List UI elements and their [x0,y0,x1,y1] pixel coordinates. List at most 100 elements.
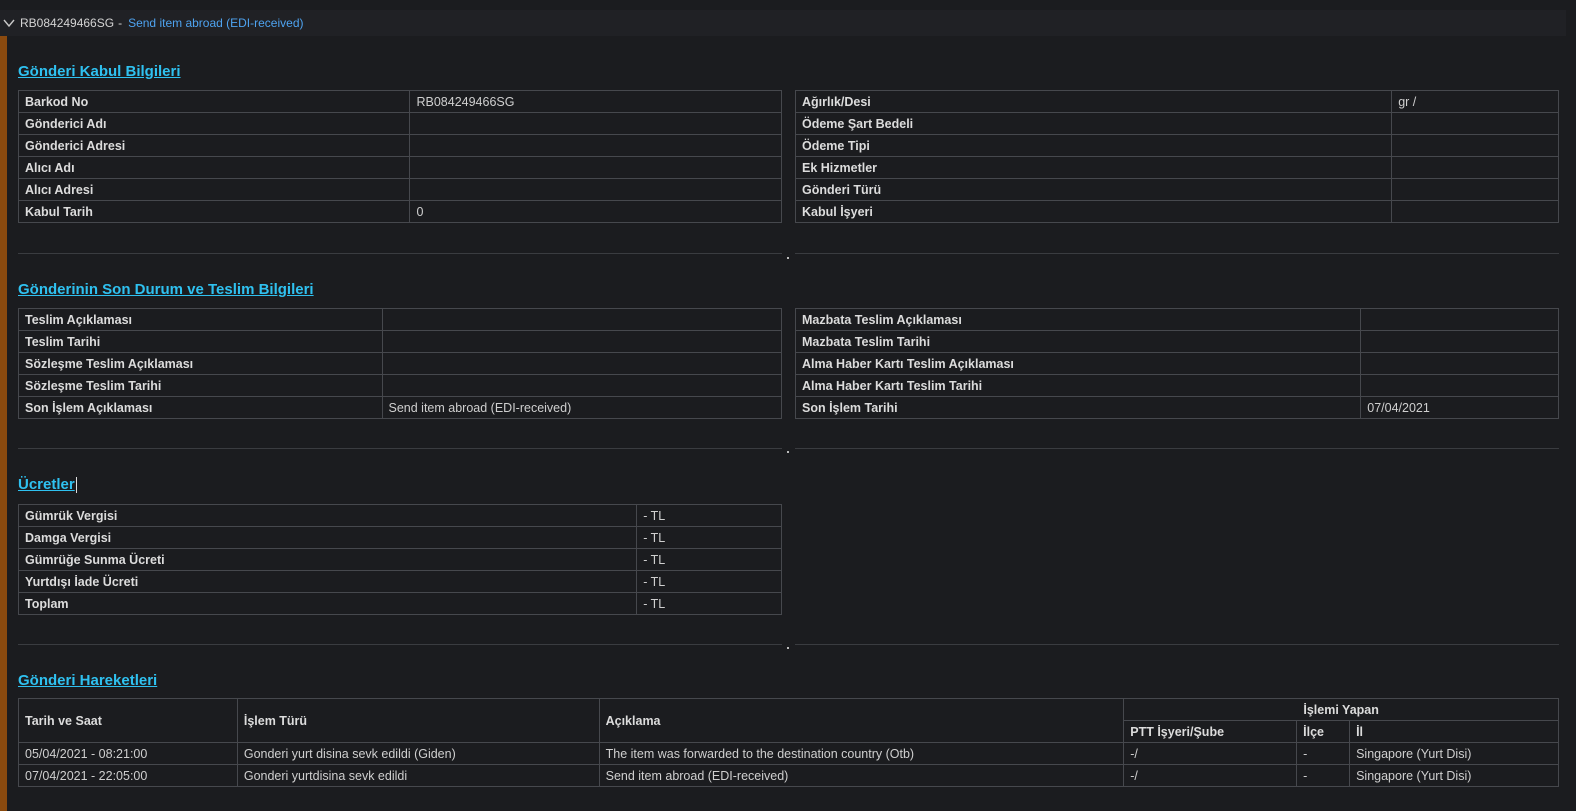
info-row: Son İşlem Tarihi 07/04/2021 [794,396,1559,419]
kabul-left-table: Barkod No RB084249466SG Gönderici Adı Gönde… [17,90,782,223]
field-label: Teslim Açıklaması [18,308,383,331]
field-label: Alıcı Adı [17,156,411,179]
field-label: Toplam [17,592,638,615]
divider [18,448,782,449]
field-value [1391,178,1559,201]
info-row: Gönderici Adresi [17,134,782,157]
field-label: Gümrüğe Sunma Ücreti [17,548,638,571]
field-label: Gümrük Vergisi [17,504,638,527]
field-label: Alıcı Adresi [17,178,411,201]
info-row: Damga Vergisi - TL [17,526,782,549]
field-value [1391,112,1559,135]
table-row: 05/04/2021 - 08:21:00 Gonderi yurt disina… [18,742,1559,765]
field-value: gr / [1391,90,1559,113]
info-row: Alma Haber Kartı Teslim Açıklaması [794,352,1559,375]
field-label: Sözleşme Teslim Açıklaması [18,352,383,375]
divider-dot [787,451,789,453]
field-value: Send item abroad (EDI-received) [381,396,783,419]
field-value [409,112,782,135]
cell-district: - [1296,742,1351,765]
field-label: Sözleşme Teslim Tarihi [18,374,383,397]
col-header-type: İşlem Türü [236,698,600,743]
field-value [1360,330,1559,353]
info-row: Alma Haber Kartı Teslim Tarihi [794,374,1559,397]
col-header-desc: Açıklama [598,698,1125,743]
info-row: Ek Hizmetler [794,156,1559,179]
cell-branch: -/ [1123,764,1298,787]
col-header-date: Tarih ve Saat [18,698,238,743]
info-row: Kabul İşyeri [794,200,1559,223]
accent-bar [0,36,7,811]
field-value [409,178,782,201]
field-label: Ağırlık/Desi [794,90,1393,113]
table-row: 07/04/2021 - 22:05:00 Gonderi yurtdisina … [18,764,1559,787]
field-value: - TL [636,548,782,571]
teslim-section-title: Gönderinin Son Durum ve Teslim Bilgileri [18,281,314,298]
field-value [409,156,782,179]
cell-desc: Send item abroad (EDI-received) [598,764,1125,787]
info-row: Sözleşme Teslim Açıklaması [18,352,783,375]
kabul-section-title: Gönderi Kabul Bilgileri [18,63,181,80]
info-row: Ödeme Şart Bedeli [794,112,1559,135]
shipment-header-bar[interactable]: RB084249466SG - Send item abroad (EDI-re… [0,10,1566,36]
divider [795,644,1559,645]
ucretler-table: Gümrük Vergisi - TL Damga Vergisi - TL Gümrü… [17,504,782,615]
field-label: Ödeme Tipi [794,134,1393,157]
field-label: Alma Haber Kartı Teslim Tarihi [794,374,1362,397]
field-label: Barkod No [17,90,411,113]
info-row: Alıcı Adresi [17,178,782,201]
field-value: 07/04/2021 [1360,396,1559,419]
info-row: Mazbata Teslim Açıklaması [794,308,1559,331]
info-row: Son İşlem Açıklaması Send item abroad (ED… [18,396,783,419]
field-label: Alma Haber Kartı Teslim Açıklaması [794,352,1362,375]
info-row: Teslim Açıklaması [18,308,783,331]
info-row: Gönderici Adı [17,112,782,135]
divider-dot [787,257,789,259]
field-value [1391,200,1559,223]
field-value [381,374,783,397]
divider [18,253,782,254]
field-value [381,352,783,375]
field-label: Kabul İşyeri [794,200,1393,223]
info-row: Gümrük Vergisi - TL [17,504,782,527]
col-header-district: İlçe [1296,720,1351,743]
field-value: - TL [636,570,782,593]
divider [795,448,1559,449]
field-value [1360,308,1559,331]
chevron-down-icon[interactable] [2,16,16,30]
field-value: - TL [636,592,782,615]
field-value: - TL [636,526,782,549]
field-label: Gönderici Adı [17,112,411,135]
ucretler-section-title: Ücretler [18,476,77,494]
field-label: Mazbata Teslim Tarihi [794,330,1362,353]
cell-desc: The item was forwarded to the destinatio… [598,742,1125,765]
info-row: Ödeme Tipi [794,134,1559,157]
field-value [409,134,782,157]
hareketler-section-title: Gönderi Hareketleri [18,672,158,689]
field-label: Kabul Tarih [17,200,411,223]
info-row: Alıcı Adı [17,156,782,179]
field-value [1360,352,1559,375]
field-label: Son İşlem Açıklaması [18,396,383,419]
field-value [381,330,783,353]
field-label: Damga Vergisi [17,526,638,549]
kabul-right-table: Ağırlık/Desi gr / Ödeme Şart Bedeli Ödeme T… [794,90,1559,223]
info-row: Mazbata Teslim Tarihi [794,330,1559,353]
cell-type: Gonderi yurt disina sevk edildi (Giden) [236,742,600,765]
teslim-right-table: Mazbata Teslim Açıklaması Mazbata Teslim … [794,308,1559,419]
hareketler-table: Tarih ve Saat İşlem Türü Açıklama İşlemi… [18,698,1559,787]
teslim-left-table: Teslim Açıklaması Teslim Tarihi Sözleşme T… [18,308,783,419]
cell-branch: -/ [1123,742,1298,765]
col-header-actor: İşlemi Yapan [1123,698,1559,721]
divider-dot [787,647,789,649]
info-row: Gümrüğe Sunma Ücreti - TL [17,548,782,571]
field-value [1391,134,1559,157]
info-row: Yurtdışı İade Ücreti - TL [17,570,782,593]
cell-city: Singapore (Yurt Disi) [1349,742,1559,765]
header-status: Send item abroad (EDI-received) [128,16,304,30]
field-value [1391,156,1559,179]
field-label: Son İşlem Tarihi [794,396,1362,419]
info-row: Kabul Tarih 0 [17,200,782,223]
cell-date: 05/04/2021 - 08:21:00 [18,742,238,765]
field-label: Mazbata Teslim Açıklaması [794,308,1362,331]
